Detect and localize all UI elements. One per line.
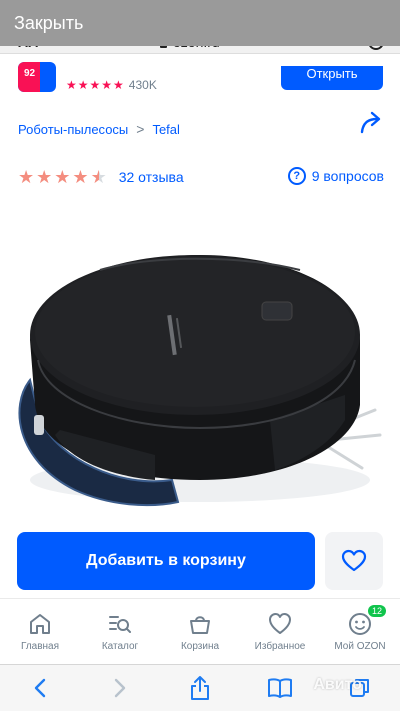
profile-count-badge: 12 [367,605,386,617]
tab-catalog[interactable]: Каталог [80,599,160,664]
home-icon [30,614,50,634]
reviews-link[interactable]: 32 отзыва [119,169,184,185]
seller-rating-count: 430K [128,78,157,92]
tab-cart-label: Корзина [180,641,220,652]
robot-top-surface [35,257,355,407]
favorite-button[interactable] [325,532,383,590]
share-up-icon [191,676,209,700]
tab-cart[interactable]: Корзина [160,599,240,664]
tab-profile-label: Мой OZON [334,641,386,652]
catalog-icon [109,616,131,633]
seller-badge: 92 [24,68,36,79]
open-shop-button[interactable]: Открыть [281,66,383,90]
add-to-cart-button[interactable]: Добавить в корзину [17,532,315,590]
rating-stars: ★ ★ ★ ★ ★ [18,167,109,187]
power-button-shape [261,301,293,321]
chevron-left-icon [34,678,46,698]
share-icon[interactable] [358,110,384,136]
heart-icon [269,613,291,634]
star-icon: ★ [72,167,89,187]
avito-watermark: Авито [313,676,362,693]
forward-button[interactable] [105,673,135,703]
tab-favorites[interactable]: Избранное [240,599,320,664]
close-label[interactable]: Закрыть [14,13,83,34]
tab-profile[interactable]: 12 Мой OZON [320,599,400,664]
book-icon [268,678,292,698]
chevron-right-icon [114,678,126,698]
star-icon: ★ [54,167,71,187]
share-button[interactable] [185,673,215,703]
product-rating[interactable]: ★ ★ ★ ★ ★ 32 отзыва [18,167,184,187]
breadcrumb-separator: > [136,121,145,137]
bookmarks-button[interactable] [265,673,295,703]
seller-stars: ★★★★★ [66,78,125,92]
questions-label: 9 вопросов [311,168,384,184]
star-icon: ★ [36,167,53,187]
back-button[interactable] [25,673,55,703]
seller-logo[interactable]: 92 [18,62,56,92]
seller-rating: ★★★★★ 430K [66,78,157,92]
basket-icon [190,616,210,634]
tab-catalog-label: Каталог [101,641,139,652]
star-icon: ★ [18,167,35,187]
tab-home[interactable]: Главная [0,599,80,664]
tab-favorites-label: Избранное [254,641,306,652]
breadcrumb: Роботы-пылесосы > Tefal [18,121,180,137]
bottom-tab-bar: Главная Каталог Корзина Избранное 12 Мой… [0,598,400,664]
questions-link[interactable]: ? 9 вопросов [287,167,384,185]
question-icon: ? [287,167,306,185]
heart-icon [341,549,367,572]
close-bar[interactable]: Закрыть [0,0,400,46]
tab-home-label: Главная [20,641,60,652]
half-star-icon: ★ [90,167,107,187]
dock-contact [34,415,44,435]
seller-strip: 92 ★★★★★ 430K Открыть [0,54,400,94]
product-image[interactable] [0,230,400,530]
breadcrumb-brand[interactable]: Tefal [152,122,179,137]
breadcrumb-category[interactable]: Роботы-пылесосы [18,122,128,137]
